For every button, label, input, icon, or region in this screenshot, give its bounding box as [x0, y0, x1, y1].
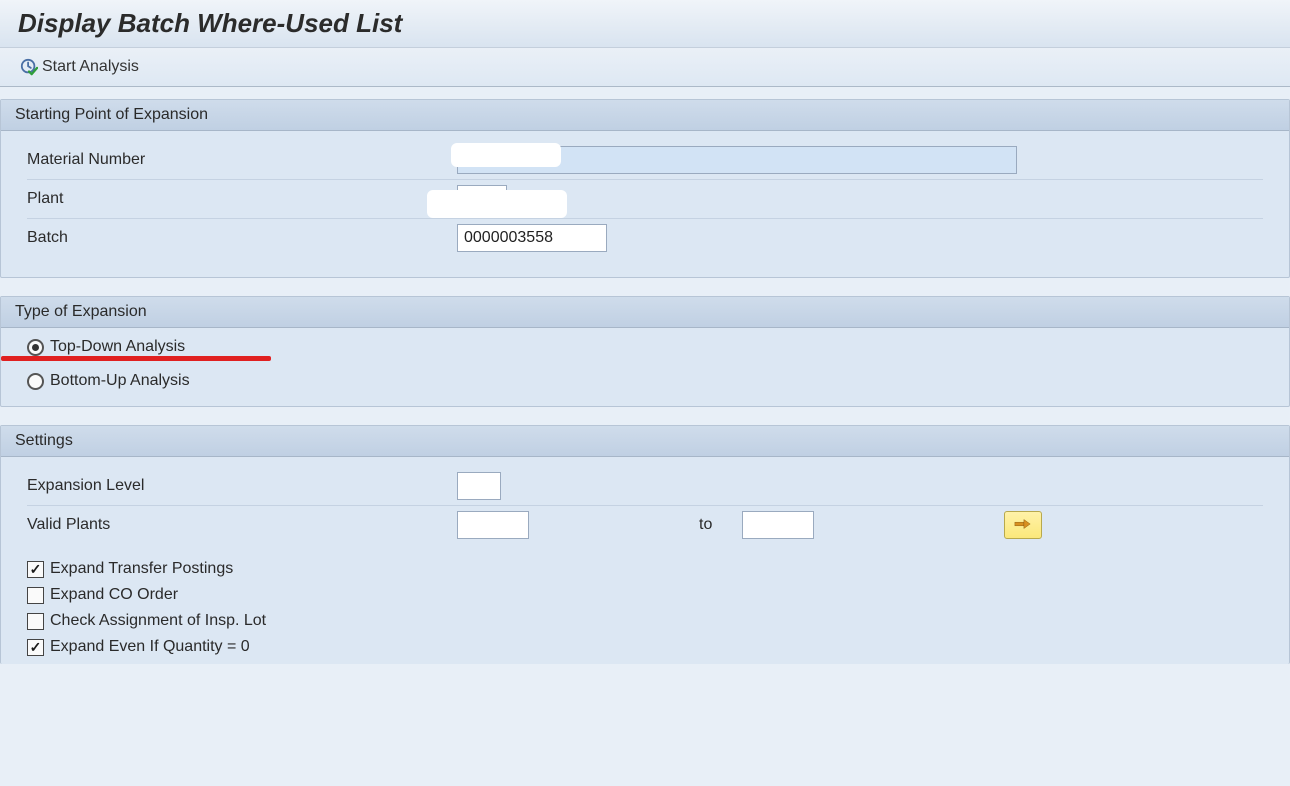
- start-analysis-button[interactable]: Start Analysis: [16, 56, 143, 78]
- spacer: [27, 544, 1263, 556]
- multiple-selection-button[interactable]: [1004, 511, 1042, 539]
- radio-label: Top-Down Analysis: [50, 338, 185, 356]
- valid-plants-from-input[interactable]: [457, 511, 529, 539]
- toolbar: Start Analysis: [0, 48, 1290, 87]
- checkbox-icon[interactable]: [27, 561, 44, 578]
- batch-row: Batch: [27, 219, 1263, 257]
- group-header: Starting Point of Expansion: [1, 100, 1289, 131]
- annotation-red-line: [1, 356, 271, 361]
- group-header: Settings: [1, 426, 1289, 457]
- checkbox-icon[interactable]: [27, 587, 44, 604]
- batch-label: Batch: [27, 229, 457, 247]
- check-quantity-zero[interactable]: Expand Even If Quantity = 0: [27, 634, 1263, 660]
- group-starting-point: Starting Point of Expansion Material Num…: [0, 99, 1290, 278]
- material-label: Material Number: [27, 151, 457, 169]
- check-transfer-postings[interactable]: Expand Transfer Postings: [27, 556, 1263, 582]
- start-analysis-label: Start Analysis: [42, 58, 139, 76]
- valid-plants-label: Valid Plants: [27, 516, 457, 534]
- checkbox-icon[interactable]: [27, 613, 44, 630]
- title-bar: Display Batch Where-Used List: [0, 0, 1290, 48]
- check-co-order[interactable]: Expand CO Order: [27, 582, 1263, 608]
- clock-check-icon: [20, 58, 38, 76]
- radio-top-down[interactable]: Top-Down Analysis: [27, 334, 1263, 360]
- checkbox-icon[interactable]: [27, 639, 44, 656]
- page-title: Display Batch Where-Used List: [18, 8, 1272, 39]
- radio-bottom-up[interactable]: Bottom-Up Analysis: [27, 368, 1263, 394]
- expansion-level-row: Expansion Level: [27, 467, 1263, 506]
- valid-plants-to-input[interactable]: [742, 511, 814, 539]
- check-label: Expand CO Order: [50, 586, 178, 604]
- check-label: Expand Transfer Postings: [50, 560, 233, 578]
- content-area: Starting Point of Expansion Material Num…: [0, 87, 1290, 664]
- group-type-expansion: Type of Expansion Top-Down Analysis Bott…: [0, 296, 1290, 407]
- valid-plants-row: Valid Plants to: [27, 506, 1263, 544]
- check-label: Expand Even If Quantity = 0: [50, 638, 250, 656]
- plant-row: Plant: [27, 180, 1263, 219]
- radio-icon[interactable]: [27, 339, 44, 356]
- arrow-right-icon: [1014, 517, 1032, 534]
- expansion-level-input[interactable]: [457, 472, 501, 500]
- check-label: Check Assignment of Insp. Lot: [50, 612, 266, 630]
- material-row: Material Number: [27, 141, 1263, 180]
- check-insp-lot[interactable]: Check Assignment of Insp. Lot: [27, 608, 1263, 634]
- redaction-mask: [427, 190, 567, 218]
- group-header: Type of Expansion: [1, 297, 1289, 328]
- radio-label: Bottom-Up Analysis: [50, 372, 190, 390]
- radio-icon[interactable]: [27, 373, 44, 390]
- expansion-level-label: Expansion Level: [27, 477, 457, 495]
- group-settings: Settings Expansion Level Valid Plants to: [0, 425, 1290, 664]
- to-label: to: [699, 516, 712, 534]
- batch-input[interactable]: [457, 224, 607, 252]
- redaction-mask: [451, 143, 561, 167]
- plant-label: Plant: [27, 190, 457, 208]
